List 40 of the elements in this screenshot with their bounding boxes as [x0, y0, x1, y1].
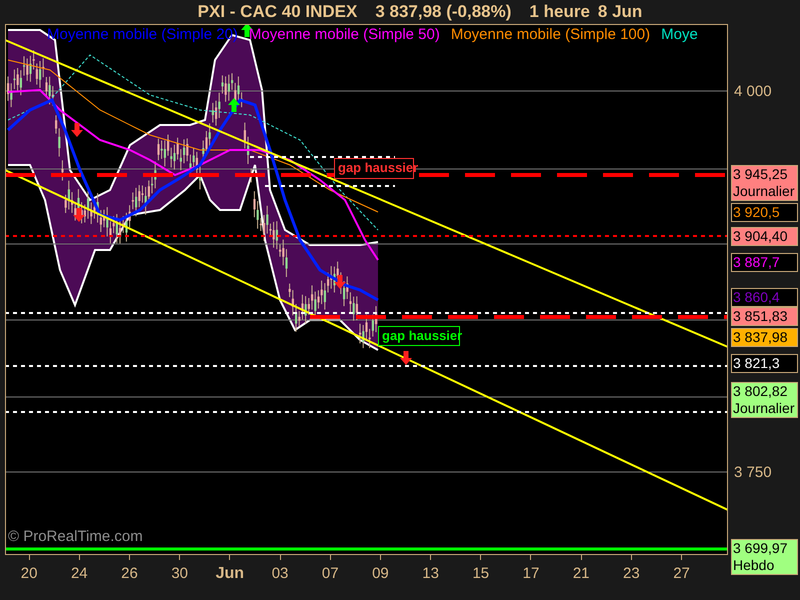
- x-axis-label: 07: [322, 565, 339, 582]
- arrow-down-icon: [73, 208, 85, 222]
- quote-text: 3 837,98 (-0,88%): [375, 1, 512, 23]
- arrow-up-icon: [228, 98, 240, 112]
- instrument-title: PXI - CAC 40 INDEX: [198, 1, 358, 23]
- x-axis-label: 20: [20, 565, 38, 582]
- price-tag: 3 821,3: [731, 354, 798, 373]
- price-tag: 3 945,25 Journalier: [731, 164, 798, 201]
- price-tag: 3 920,5: [731, 202, 798, 222]
- legend-item: Moyenne mobile (Simple 100): [450, 26, 650, 43]
- price-tag: 3 802,82 Journalier: [731, 382, 798, 418]
- arrow-down-icon: [334, 275, 346, 289]
- legend-item: Moye: [661, 26, 698, 43]
- price-tag: 3 860,4: [731, 288, 798, 308]
- legend-item: Moyenne mobile (Simple 50): [248, 26, 440, 43]
- x-axis-label: 23: [623, 565, 640, 582]
- price-tag: 3 837,98: [731, 328, 798, 348]
- arrow-down-icon: [400, 351, 412, 365]
- price-tag: 3 887,7: [731, 252, 798, 272]
- x-axis-label: 21: [572, 565, 590, 582]
- x-axis-label: 30: [171, 565, 188, 582]
- arrow-down-icon: [71, 123, 83, 137]
- credit-text: © ProRealTime.com: [8, 529, 143, 545]
- x-axis-label: 17: [522, 565, 540, 582]
- x-axis-label: 26: [121, 565, 138, 582]
- date-text: 8 Jun: [598, 1, 642, 23]
- x-axis-label: 24: [70, 565, 88, 582]
- price-tag: 3 699,97 Hebdo: [731, 538, 798, 575]
- x-axis-label: 09: [372, 565, 389, 582]
- x-axis-label: 15: [472, 565, 490, 582]
- y-axis-label: 3 750: [734, 464, 772, 480]
- x-axis-label: 13: [422, 565, 439, 582]
- price-tag: 3 904,40: [731, 227, 798, 246]
- price-tag: 3 851,83: [731, 307, 798, 326]
- x-axis-label: 27: [673, 565, 690, 582]
- x-axis-label: Jun: [216, 565, 244, 583]
- y-axis-label: 4 000: [734, 82, 772, 100]
- interval-text: 1 heure: [529, 1, 590, 23]
- x-axis-label: 03: [272, 565, 288, 582]
- legend-item: Moyenne mobile (Simple 20): [47, 26, 238, 43]
